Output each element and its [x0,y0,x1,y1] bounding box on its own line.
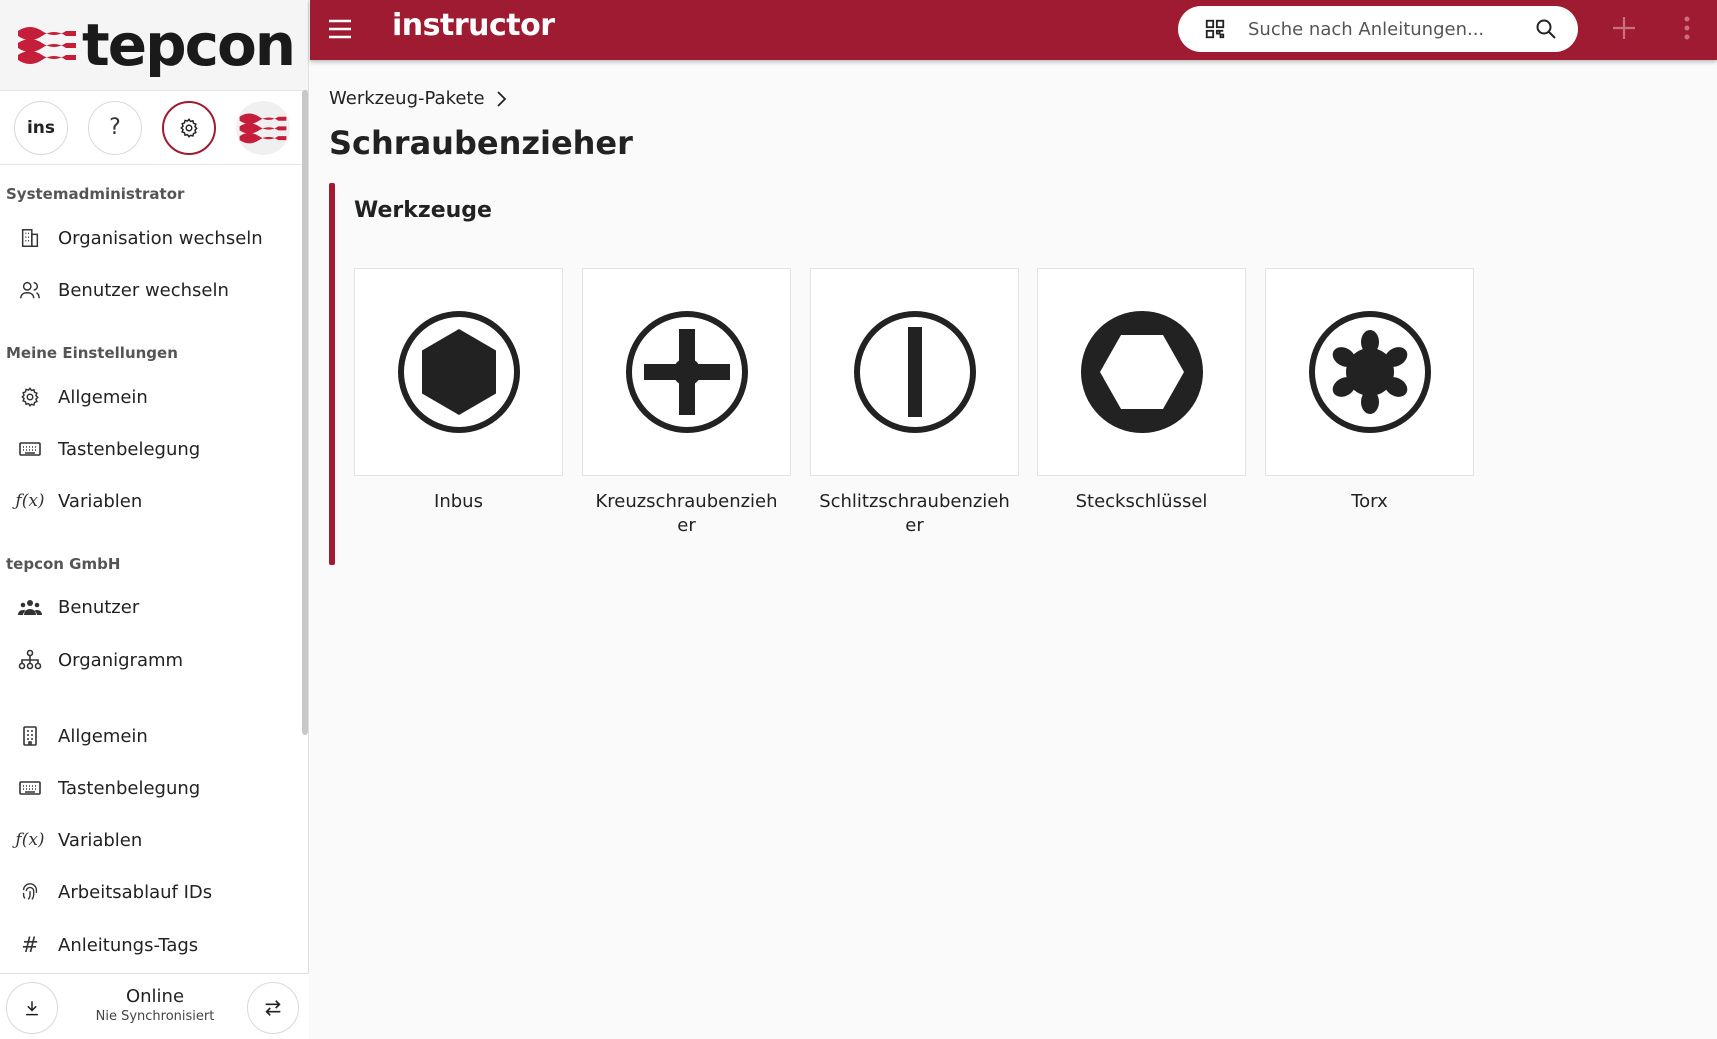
group-icon [18,595,42,619]
tool-card-torx[interactable]: Torx [1265,268,1474,514]
sidebar-item-variablen-org[interactable]: ƒ(x) Variablen [0,820,300,860]
download-button[interactable] [6,982,58,1034]
sidebar-item-allgemein[interactable]: Allgemein [0,377,300,417]
sidebar-item-benutzer-wechseln[interactable]: Benutzer wechseln [0,270,300,310]
instructor-app-label: ins [26,117,56,138]
tool-card-label: Torx [1351,491,1388,512]
tool-card-schlitzschraubenzieher[interactable]: Schlitzschraubenzieher [810,268,1019,538]
sidebar-item-organigramm[interactable]: Organigramm [0,640,300,680]
help-button[interactable]: ? [88,100,142,155]
torx-icon [1308,311,1431,433]
app-logo: instructor [392,8,555,43]
plus-icon[interactable] [1610,14,1638,42]
group-title: Werkzeuge [354,198,492,223]
sidebar-scrollbar[interactable] [302,90,308,735]
page-title: Schraubenzieher [329,124,633,162]
tepcon-logo-icon [18,27,76,64]
download-icon [26,1001,38,1016]
sidebar-item-label: Benutzer [58,596,140,618]
tool-card-image[interactable] [582,268,791,476]
sidebar-item-label: Organisation wechseln [58,227,263,249]
section-title-systemadministrator: Systemadministrator [6,185,185,203]
phillips-icon [625,311,748,433]
more-vert-icon[interactable] [1682,14,1692,42]
sidebar-item-label: Benutzer wechseln [58,279,229,301]
section-title-tepcon-gmbh: tepcon GmbH [6,555,121,573]
tool-card-inbus[interactable]: Inbus [354,268,563,514]
sidebar-item-label: Tastenbelegung [58,777,201,799]
sidebar: tepcon ins ? Systemadministrator Organis… [0,0,309,1039]
sync-status: Online Nie Synchronisiert [70,986,240,1024]
tool-card-image[interactable] [1037,268,1246,476]
sidebar-item-label: Tastenbelegung [58,438,201,460]
tool-card-label: Inbus [434,491,483,512]
breadcrumb: Werkzeug-Pakete [329,88,507,109]
sidebar-item-label: Allgemein [58,386,148,408]
function-icon: ƒ(x) [15,830,45,850]
hex-socket-icon [397,311,520,433]
sidebar-item-organisation-wechseln[interactable]: Organisation wechseln [0,218,300,258]
search-icon[interactable] [1534,17,1558,41]
section-title-meine-einstellungen: Meine Einstellungen [6,344,178,362]
tool-card-image[interactable] [354,268,563,476]
sync-button[interactable] [247,982,299,1034]
building-small-icon [18,724,42,748]
keyboard-icon [18,776,42,800]
keyboard-icon [18,437,42,461]
sidebar-item-label: Variablen [58,490,143,512]
org-chart-icon [18,648,42,672]
sidebar-item-label: Anleitungs-Tags [58,934,199,956]
sidebar-item-anleitungs-tags[interactable]: # Anleitungs-Tags [0,925,300,965]
fingerprint-icon [18,880,42,904]
gear-icon [18,385,42,409]
menu-icon[interactable] [327,16,353,42]
hash-icon: # [21,933,39,957]
top-bar: instructor Suche nach Anleitungen... [310,0,1717,60]
sidebar-item-tastenbelegung[interactable]: Tastenbelegung [0,429,300,469]
search-bar[interactable]: Suche nach Anleitungen... [1178,6,1578,52]
breadcrumb-item[interactable]: Werkzeug-Pakete [329,88,485,109]
sidebar-item-tastenbelegung-org[interactable]: Tastenbelegung [0,768,300,808]
sidebar-item-label: Variablen [58,829,143,851]
function-icon: ƒ(x) [15,491,45,511]
sidebar-item-benutzer[interactable]: Benutzer [0,587,300,627]
company-logo: tepcon [0,0,308,91]
sync-status-label: Online [125,986,185,1007]
sidebar-item-arbeitsablauf-ids[interactable]: Arbeitsablauf IDs [0,872,300,912]
group-accent-bar [329,183,335,565]
qr-code-icon[interactable] [1204,18,1226,40]
sync-bar: Online Nie Synchronisiert [0,973,309,1039]
tool-card-kreuzschraubenzieher[interactable]: Kreuzschraubenzieher [582,268,791,538]
sidebar-item-label: Arbeitsablauf IDs [58,881,213,903]
socket-wrench-icon [1080,311,1203,433]
search-input[interactable]: Suche nach Anleitungen... [1248,19,1484,40]
tool-card-steckschluessel[interactable]: Steckschlüssel [1037,268,1246,514]
help-label: ? [109,115,121,140]
sidebar-item-variablen[interactable]: ƒ(x) Variablen [0,481,300,521]
tool-card-image[interactable] [810,268,1019,476]
tool-card-label: Kreuzschraubenzieher [595,491,778,536]
sync-detail-label: Nie Synchronisiert [95,1009,215,1024]
sidebar-item-label: Allgemein [58,725,148,747]
sidebar-item-allgemein-org[interactable]: Allgemein [0,716,300,756]
organization-logo-button[interactable] [236,100,290,155]
swap-arrows-icon [265,1000,281,1016]
tool-card-image[interactable] [1265,268,1474,476]
building-icon [18,226,42,250]
settings-button[interactable] [162,100,216,155]
chevron-right-icon [496,90,506,107]
sidebar-item-label: Organigramm [58,649,184,671]
company-logo-text: tepcon [82,11,296,79]
gear-icon [180,117,198,138]
tepcon-logo-icon [239,112,287,143]
tool-card-label: Schlitzschraubenzieher [819,491,1010,536]
slotted-icon [853,311,976,433]
users-icon [18,278,42,302]
tool-card-label: Steckschlüssel [1075,491,1208,512]
instructor-app-button[interactable]: ins [14,100,68,155]
quick-buttons: ins ? [0,91,308,165]
